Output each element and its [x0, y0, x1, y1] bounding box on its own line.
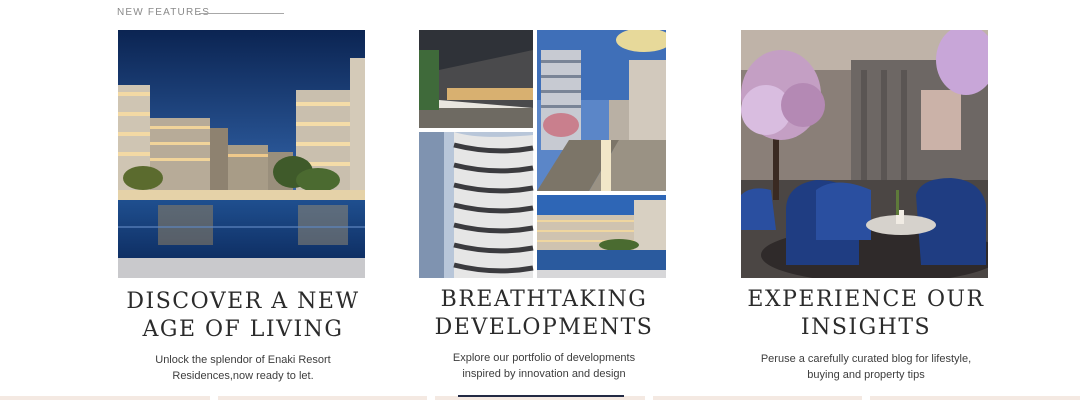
card-description-line: buying and property tips	[807, 369, 925, 381]
card-description-line: inspired by innovation and design	[462, 368, 626, 380]
lounge-interior-image[interactable]	[741, 30, 988, 278]
card-description-line: Explore our portfolio of developments	[452, 352, 636, 364]
section-label: NEW FEATURES	[117, 7, 211, 18]
card-title-line: EXPERIENCE OUR	[747, 287, 985, 312]
card-title: EXPERIENCE OUR INSIGHTS	[721, 286, 1011, 342]
bottom-strip-segment	[0, 396, 210, 400]
card-description: Unlock the splendor of Enaki Resort Resi…	[98, 352, 388, 384]
bottom-strip-segment	[217, 396, 428, 400]
bottom-strip-segment	[870, 396, 1080, 400]
card-title-line: INSIGHTS	[800, 315, 932, 340]
card-title-line: DISCOVER A NEW	[126, 289, 360, 314]
card-title: DISCOVER A NEW AGE OF LIVING	[98, 288, 388, 344]
card-title-line: AGE OF LIVING	[142, 317, 344, 342]
resort-pool-image[interactable]	[118, 30, 365, 278]
card-title: BREATHTAKING DEVELOPMENTS	[399, 286, 689, 342]
active-card-underline	[458, 395, 624, 397]
card-title-line: BREATHTAKING	[440, 287, 648, 312]
developments-collage-image[interactable]	[419, 30, 666, 278]
card-description: Explore our portfolio of developments in…	[399, 350, 689, 382]
card-description-line: Unlock the splendor of Enaki Resort	[155, 354, 331, 366]
card-description-line: Peruse a carefully curated blog for life…	[760, 353, 972, 365]
section-divider	[199, 13, 284, 14]
card-description: Peruse a carefully curated blog for life…	[721, 351, 1011, 383]
bottom-strip-segment	[652, 396, 863, 400]
card-description-line: Residences,now ready to let.	[172, 370, 314, 382]
card-title-line: DEVELOPMENTS	[434, 315, 654, 340]
